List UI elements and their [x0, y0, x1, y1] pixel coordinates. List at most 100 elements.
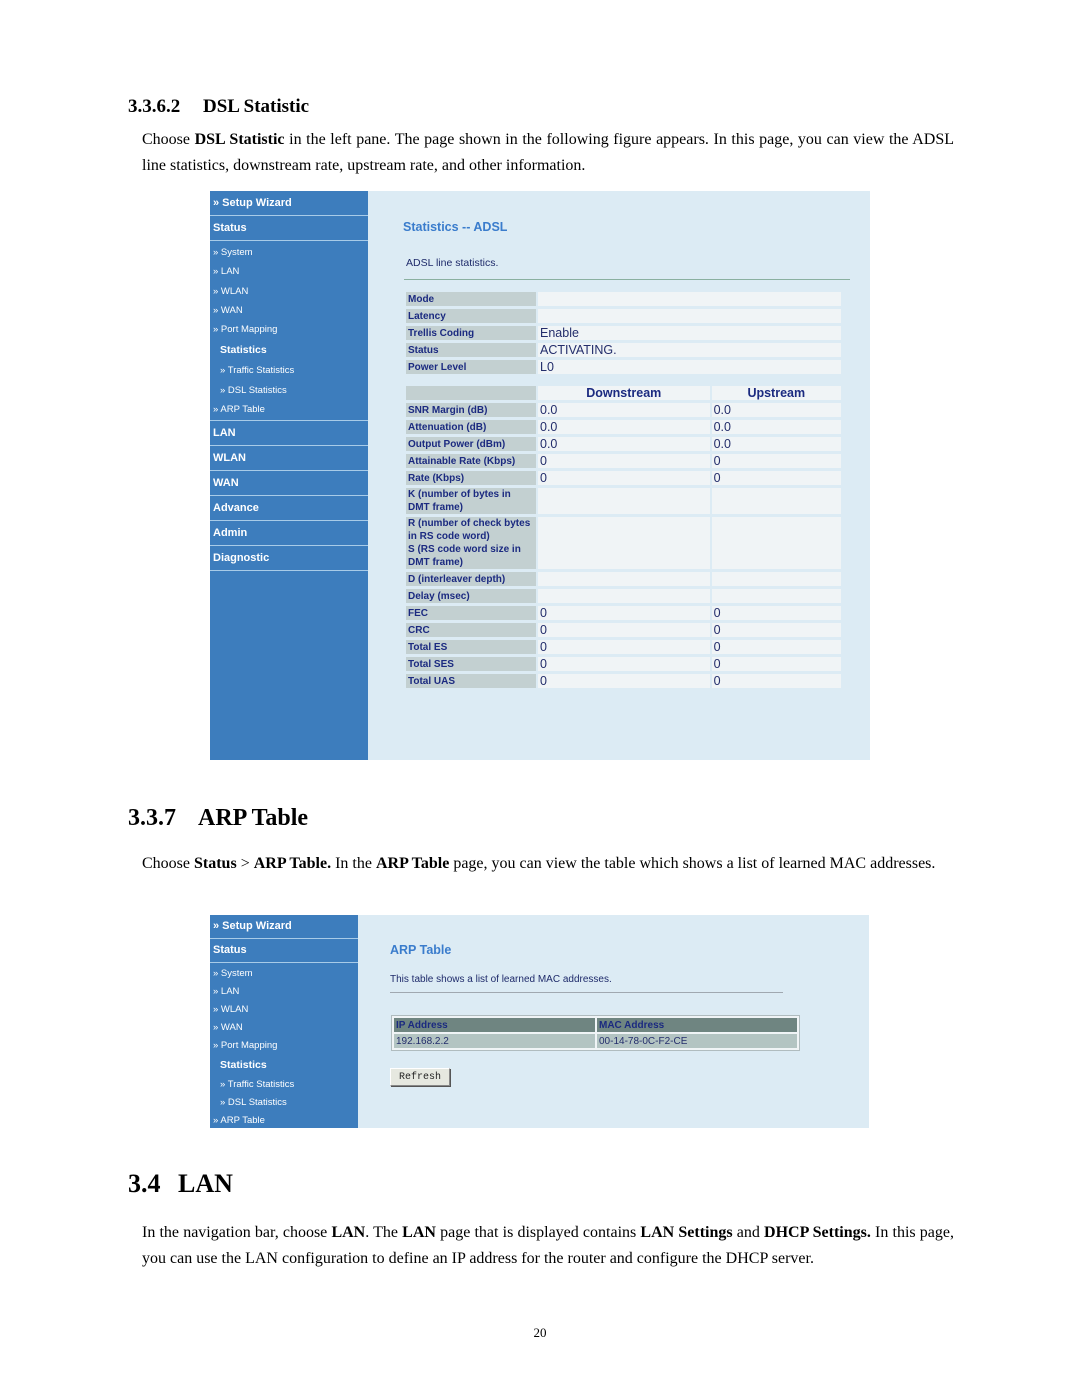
nav-status-port-mapping[interactable]: » Port Mapping: [210, 1037, 358, 1055]
upstream-value: 0: [711, 640, 841, 654]
stat-header-row: Downstream Upstream: [406, 386, 841, 400]
nav-status[interactable]: Status: [210, 939, 358, 963]
downstream-value: 0.0: [538, 437, 710, 451]
section-number: 3.3.6.2: [128, 96, 181, 117]
section-number: 3.4: [128, 1169, 161, 1198]
nav-arp-table[interactable]: » ARP Table: [210, 1112, 358, 1130]
stat-label: K (number of bytes in DMT frame): [406, 488, 536, 514]
downstream-value: [538, 488, 710, 514]
navigation-sidebar: » Setup Wizard Status » System » LAN » W…: [210, 915, 358, 1128]
bold-term: LAN: [402, 1224, 436, 1241]
arp-table-screenshot: » Setup Wizard Status » System » LAN » W…: [210, 915, 869, 1128]
bold-term: DHCP Settings.: [764, 1224, 871, 1241]
nav-status-lan[interactable]: » LAN: [210, 983, 358, 1001]
stat-row: Total SES 0 0: [406, 657, 841, 671]
divider: [404, 279, 850, 280]
stat-label: Trellis Coding: [406, 326, 536, 340]
stat-label: R (number of check bytes in RS code word…: [406, 517, 536, 569]
nav-status-lan[interactable]: » LAN: [210, 262, 368, 281]
page-title: ARP Table: [390, 943, 452, 957]
downstream-value: [538, 572, 710, 586]
nav-status-system[interactable]: » System: [210, 965, 358, 983]
upstream-value: 0: [711, 471, 841, 485]
nav-wan[interactable]: WAN: [210, 471, 368, 497]
section-title: ARP Table: [198, 805, 309, 831]
arp-table-header: IP Address MAC Address: [394, 1018, 797, 1032]
stat-row: Total UAS 0 0: [406, 674, 841, 688]
stat-row: SNR Margin (dB) 0.0 0.0: [406, 403, 841, 417]
stat-row: Latency: [406, 309, 841, 323]
upstream-value: 0: [711, 623, 841, 637]
stat-row: Rate (Kbps) 0 0: [406, 471, 841, 485]
nav-status-port-mapping[interactable]: » Port Mapping: [210, 320, 368, 339]
stat-value: [538, 292, 841, 306]
text-run: In the navigation bar, choose: [142, 1224, 332, 1241]
nav-statistics-group[interactable]: Statistics: [210, 1055, 358, 1076]
column-header-upstream: Upstream: [711, 386, 841, 400]
stat-label: Latency: [406, 309, 536, 323]
downstream-value: 0: [538, 657, 710, 671]
page-description: ADSL line statistics.: [406, 257, 499, 269]
nav-wlan[interactable]: WLAN: [210, 446, 368, 472]
stat-row: Attainable Rate (Kbps) 0 0: [406, 454, 841, 468]
nav-setup-wizard[interactable]: » Setup Wizard: [210, 915, 358, 939]
stat-row: Attenuation (dB) 0.0 0.0: [406, 420, 841, 434]
stat-value: [538, 309, 841, 323]
upstream-value: [711, 572, 841, 586]
nav-traffic-statistics[interactable]: » Traffic Statistics: [210, 1076, 358, 1094]
stat-row: Total ES 0 0: [406, 640, 841, 654]
navigation-sidebar: » Setup Wizard Status » System » LAN » W…: [210, 191, 368, 760]
stat-row: Mode: [406, 292, 841, 306]
stat-row: Trellis Coding Enable: [406, 326, 841, 340]
nav-admin[interactable]: Admin: [210, 521, 368, 547]
stat-label: D (interleaver depth): [406, 572, 536, 586]
nav-status-wan[interactable]: » WAN: [210, 1019, 358, 1037]
stat-label: SNR Margin (dB): [406, 403, 536, 417]
nav-dsl-statistics[interactable]: » DSL Statistics: [210, 381, 368, 400]
stat-row: Status ACTIVATING.: [406, 343, 841, 357]
stat-label: Status: [406, 343, 536, 357]
downstream-value: 0: [538, 674, 710, 688]
dsl-content-pane: Statistics -- ADSL ADSL line statistics.…: [368, 191, 870, 760]
downstream-value: [538, 517, 710, 569]
nav-traffic-statistics[interactable]: » Traffic Statistics: [210, 361, 368, 380]
downstream-value: 0.0: [538, 403, 710, 417]
downstream-value: [538, 589, 710, 603]
section-title: DSL Statistic: [203, 96, 310, 117]
nav-lan[interactable]: LAN: [210, 421, 368, 447]
nav-status[interactable]: Status: [210, 216, 368, 241]
upstream-value: [711, 589, 841, 603]
nav-setup-wizard[interactable]: » Setup Wizard: [210, 191, 368, 216]
refresh-button[interactable]: Refresh: [390, 1068, 450, 1086]
stat-label: Total SES: [406, 657, 536, 671]
column-header-downstream: Downstream: [538, 386, 710, 400]
nav-dsl-statistics[interactable]: » DSL Statistics: [210, 1094, 358, 1112]
stat-row: CRC 0 0: [406, 623, 841, 637]
nav-status-wlan[interactable]: » WLAN: [210, 282, 368, 301]
nav-diagnostic[interactable]: Diagnostic: [210, 546, 368, 572]
mac-address-cell: 00-14-78-0C-F2-CE: [597, 1034, 797, 1048]
upstream-value: 0: [711, 606, 841, 620]
divider: [390, 992, 783, 993]
stat-value: Enable: [538, 326, 841, 340]
status-submenu: » System » LAN » WLAN » WAN » Port Mappi…: [210, 963, 358, 1131]
text-run: . The: [365, 1224, 403, 1241]
nav-status-wlan[interactable]: » WLAN: [210, 1001, 358, 1019]
page-number: 20: [533, 1325, 547, 1340]
downstream-value: 0.0: [538, 420, 710, 434]
stat-label: CRC: [406, 623, 536, 637]
stat-label: Rate (Kbps): [406, 471, 536, 485]
nav-status-wan[interactable]: » WAN: [210, 301, 368, 320]
text-run: >: [236, 855, 254, 872]
nav-statistics-group[interactable]: Statistics: [210, 339, 368, 361]
section-heading-lan: 3.4 LAN: [128, 1169, 233, 1199]
nav-status-system[interactable]: » System: [210, 243, 368, 262]
nav-arp-table[interactable]: » ARP Table: [210, 400, 368, 419]
nav-advance[interactable]: Advance: [210, 496, 368, 522]
stat-value: L0: [538, 360, 841, 374]
stat-label: Total ES: [406, 640, 536, 654]
stat-row: FEC 0 0: [406, 606, 841, 620]
page-title: Statistics -- ADSL: [403, 220, 508, 234]
text-run: In the: [331, 855, 376, 872]
downstream-value: 0: [538, 623, 710, 637]
